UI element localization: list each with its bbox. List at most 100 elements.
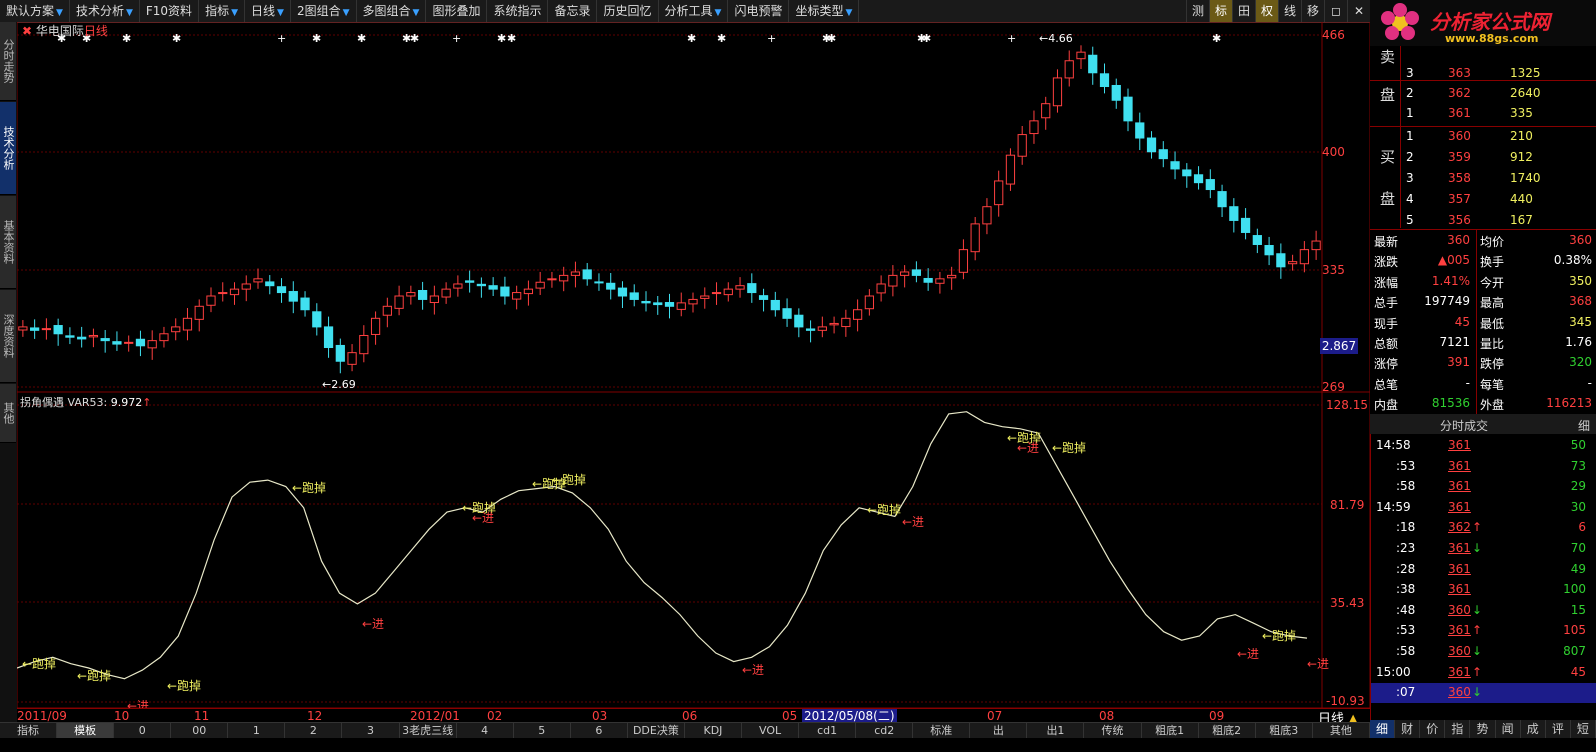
bottom-tab-23[interactable]: 其他 bbox=[1313, 723, 1370, 739]
bottom-tab-20[interactable]: 粗底1 bbox=[1142, 723, 1199, 739]
tick-row[interactable]: :53 361 ↑ 105 bbox=[1370, 621, 1596, 641]
menu-item-11[interactable]: 分析工具 ▼ bbox=[659, 0, 729, 22]
candle-body bbox=[876, 283, 886, 294]
bottom-tab-10[interactable]: 6 bbox=[571, 723, 628, 739]
menu-item-4[interactable]: 日线 ▼ bbox=[245, 0, 291, 22]
panel-tab-8[interactable]: 短 bbox=[1571, 720, 1596, 738]
menu-item-2[interactable]: F10资料 bbox=[140, 0, 200, 22]
date-label: 02 bbox=[487, 709, 503, 723]
bottom-tab-6[interactable]: 3 bbox=[342, 723, 400, 739]
bottom-tab-13[interactable]: VOL bbox=[742, 723, 800, 739]
buy-row[interactable]: 3 358 1740 bbox=[1370, 169, 1596, 189]
panel-tab-0[interactable]: 细 bbox=[1370, 720, 1396, 738]
menu-item-12[interactable]: 闪电预警 bbox=[728, 0, 790, 22]
sell-row[interactable]: 2 362 2640 bbox=[1370, 84, 1596, 104]
menu-item-13[interactable]: 坐标类型 ▼ bbox=[789, 0, 860, 22]
candle-body bbox=[535, 281, 545, 289]
signal-enter-label: ←进 bbox=[1017, 441, 1039, 455]
tick-row[interactable]: 14:58 361 50 bbox=[1370, 436, 1596, 456]
panel-tab-7[interactable]: 评 bbox=[1546, 720, 1571, 738]
tick-row[interactable]: :07 360 ↓ bbox=[1370, 683, 1596, 704]
bottom-tab-12[interactable]: KDJ bbox=[685, 723, 743, 739]
panel-tab-2[interactable]: 价 bbox=[1420, 720, 1446, 738]
bottom-tab-11[interactable]: DDE决策 bbox=[628, 723, 685, 739]
bottom-tab-3[interactable]: 00 bbox=[171, 723, 229, 739]
menu-item-1[interactable]: 技术分析 ▼ bbox=[70, 0, 140, 22]
bottom-tab-22[interactable]: 粗底3 bbox=[1256, 723, 1313, 739]
left-tab-0[interactable]: 分时走势 bbox=[0, 22, 16, 101]
chart-area[interactable]: ←4.66 ←2.69 ✱ ✱ ✱ ✱ + ✱ ✱ ✱ ✱ + ✱ ✱ ✱ ✱ + ✱ ✱ ✱ ✱ + ✱ ←跑掉 ←跑掉 ←跑掉… bbox=[17, 22, 1370, 708]
toolbar-btn-6[interactable]: ◻ bbox=[1324, 0, 1347, 22]
panel-tab-4[interactable]: 势 bbox=[1470, 720, 1496, 738]
menu-item-8[interactable]: 系统指示 bbox=[487, 0, 549, 22]
toolbar-btn-7[interactable]: ✕ bbox=[1347, 0, 1370, 22]
panel-tab-1[interactable]: 财 bbox=[1395, 720, 1421, 738]
panel-tab-6[interactable]: 成 bbox=[1521, 720, 1546, 738]
candle-body bbox=[1135, 122, 1145, 139]
tick-row[interactable]: :18 362 ↑ 6 bbox=[1370, 518, 1596, 538]
bottom-tab-17[interactable]: 出 bbox=[970, 723, 1028, 739]
bottom-tab-18[interactable]: 出1 bbox=[1027, 723, 1085, 739]
price-indicator-chart[interactable]: ←4.66←2.69✱ ✱ ✱ ✱ + ✱ ✱ ✱✱ + ✱ ✱ ✱ ✱ + ✱✱ ✱✱ + ✱←跑掉←跑掉←跑掉… bbox=[17, 22, 1370, 708]
tick-row[interactable]: :48 360 ↓ 15 bbox=[1370, 601, 1596, 621]
tick-row[interactable]: :23 361 ↓ 70 bbox=[1370, 539, 1596, 559]
tick-row[interactable]: 14:59 361 30 bbox=[1370, 498, 1596, 518]
bottom-tab-21[interactable]: 粗底2 bbox=[1199, 723, 1256, 739]
toolbar-btn-5[interactable]: 移 bbox=[1301, 0, 1324, 22]
chevron-down-icon: ▼ bbox=[845, 8, 853, 18]
candle-body bbox=[253, 278, 263, 283]
bottom-tab-2[interactable]: 0 bbox=[114, 723, 172, 739]
panel-tab-3[interactable]: 指 bbox=[1445, 720, 1471, 738]
tick-row[interactable]: :28 361 49 bbox=[1370, 560, 1596, 580]
menu-item-9[interactable]: 备忘录 bbox=[548, 0, 598, 22]
ticks-detail-button[interactable]: 细 bbox=[1578, 417, 1590, 434]
bottom-tab-15[interactable]: cd2 bbox=[856, 723, 914, 739]
candle-body bbox=[1158, 149, 1168, 160]
toolbar-btn-3[interactable]: 权 bbox=[1255, 0, 1278, 22]
panel-tab-5[interactable]: 闻 bbox=[1496, 720, 1521, 738]
bottom-tab-9[interactable]: 5 bbox=[514, 723, 571, 739]
candle-body bbox=[1123, 96, 1133, 122]
buy-row[interactable]: 4 357 440 bbox=[1370, 190, 1596, 210]
menu-item-6[interactable]: 多图组合 ▼ bbox=[357, 0, 427, 22]
toolbar-btn-2[interactable]: 田 bbox=[1232, 0, 1255, 22]
bottom-tab-16[interactable]: 标准 bbox=[913, 723, 971, 739]
sell-row[interactable]: 1 361 335 bbox=[1370, 104, 1596, 124]
toolbar-btn-1[interactable]: 标 bbox=[1209, 0, 1232, 22]
menu-item-3[interactable]: 指标 ▼ bbox=[199, 0, 245, 22]
menu-item-7[interactable]: 图形叠加 bbox=[426, 0, 488, 22]
candle-body bbox=[570, 271, 581, 276]
bottom-tab-7[interactable]: 3老虎三线 bbox=[400, 723, 457, 739]
bottom-tab-14[interactable]: cd1 bbox=[799, 723, 857, 739]
toolbar-btn-0[interactable]: 测 bbox=[1186, 0, 1209, 22]
menu-item-5[interactable]: 2图组合 ▼ bbox=[291, 0, 357, 22]
candle-body bbox=[1088, 54, 1098, 74]
left-tab-2[interactable]: 基本资料 bbox=[0, 196, 16, 289]
close-chart-icon[interactable]: ✖ bbox=[22, 24, 32, 38]
candle-body bbox=[935, 278, 945, 284]
left-tab-3[interactable]: 深度资料 bbox=[0, 290, 16, 383]
tick-row[interactable]: :58 360 ↓ 807 bbox=[1370, 642, 1596, 662]
sell-row[interactable]: 3 363 1325 bbox=[1370, 64, 1596, 84]
bottom-tab-8[interactable]: 4 bbox=[457, 723, 514, 739]
toolbar-btn-4[interactable]: 线 bbox=[1278, 0, 1301, 22]
buy-row[interactable]: 2 359 912 bbox=[1370, 148, 1596, 168]
buy-row[interactable]: 1 360 210 bbox=[1370, 127, 1596, 147]
left-tab-4[interactable]: 其他 bbox=[0, 384, 16, 443]
tick-volume: 50 bbox=[1570, 438, 1586, 452]
tick-row[interactable]: 15:00 361 ↑ 45 bbox=[1370, 663, 1596, 683]
buy-row[interactable]: 5 356 167 bbox=[1370, 211, 1596, 231]
tick-row[interactable]: :53 361 73 bbox=[1370, 457, 1596, 477]
menu-item-10[interactable]: 历史回忆 bbox=[597, 0, 659, 22]
tick-row[interactable]: :58 361 29 bbox=[1370, 477, 1596, 497]
bottom-tab-5[interactable]: 2 bbox=[285, 723, 343, 739]
bottom-tab-19[interactable]: 传统 bbox=[1084, 723, 1142, 739]
tick-row[interactable]: :38 361 100 bbox=[1370, 580, 1596, 600]
date-label: 2011/09 bbox=[17, 709, 67, 723]
bottom-tab-4[interactable]: 1 bbox=[228, 723, 286, 739]
left-tab-1[interactable]: 技术分析 bbox=[0, 102, 16, 195]
menu-item-0[interactable]: 默认方案 ▼ bbox=[0, 0, 70, 22]
bottom-tab-0[interactable]: 指标 bbox=[0, 723, 58, 739]
stock-cycle: 日线 bbox=[83, 24, 108, 38]
bottom-tab-1[interactable]: 模板 bbox=[57, 723, 115, 739]
